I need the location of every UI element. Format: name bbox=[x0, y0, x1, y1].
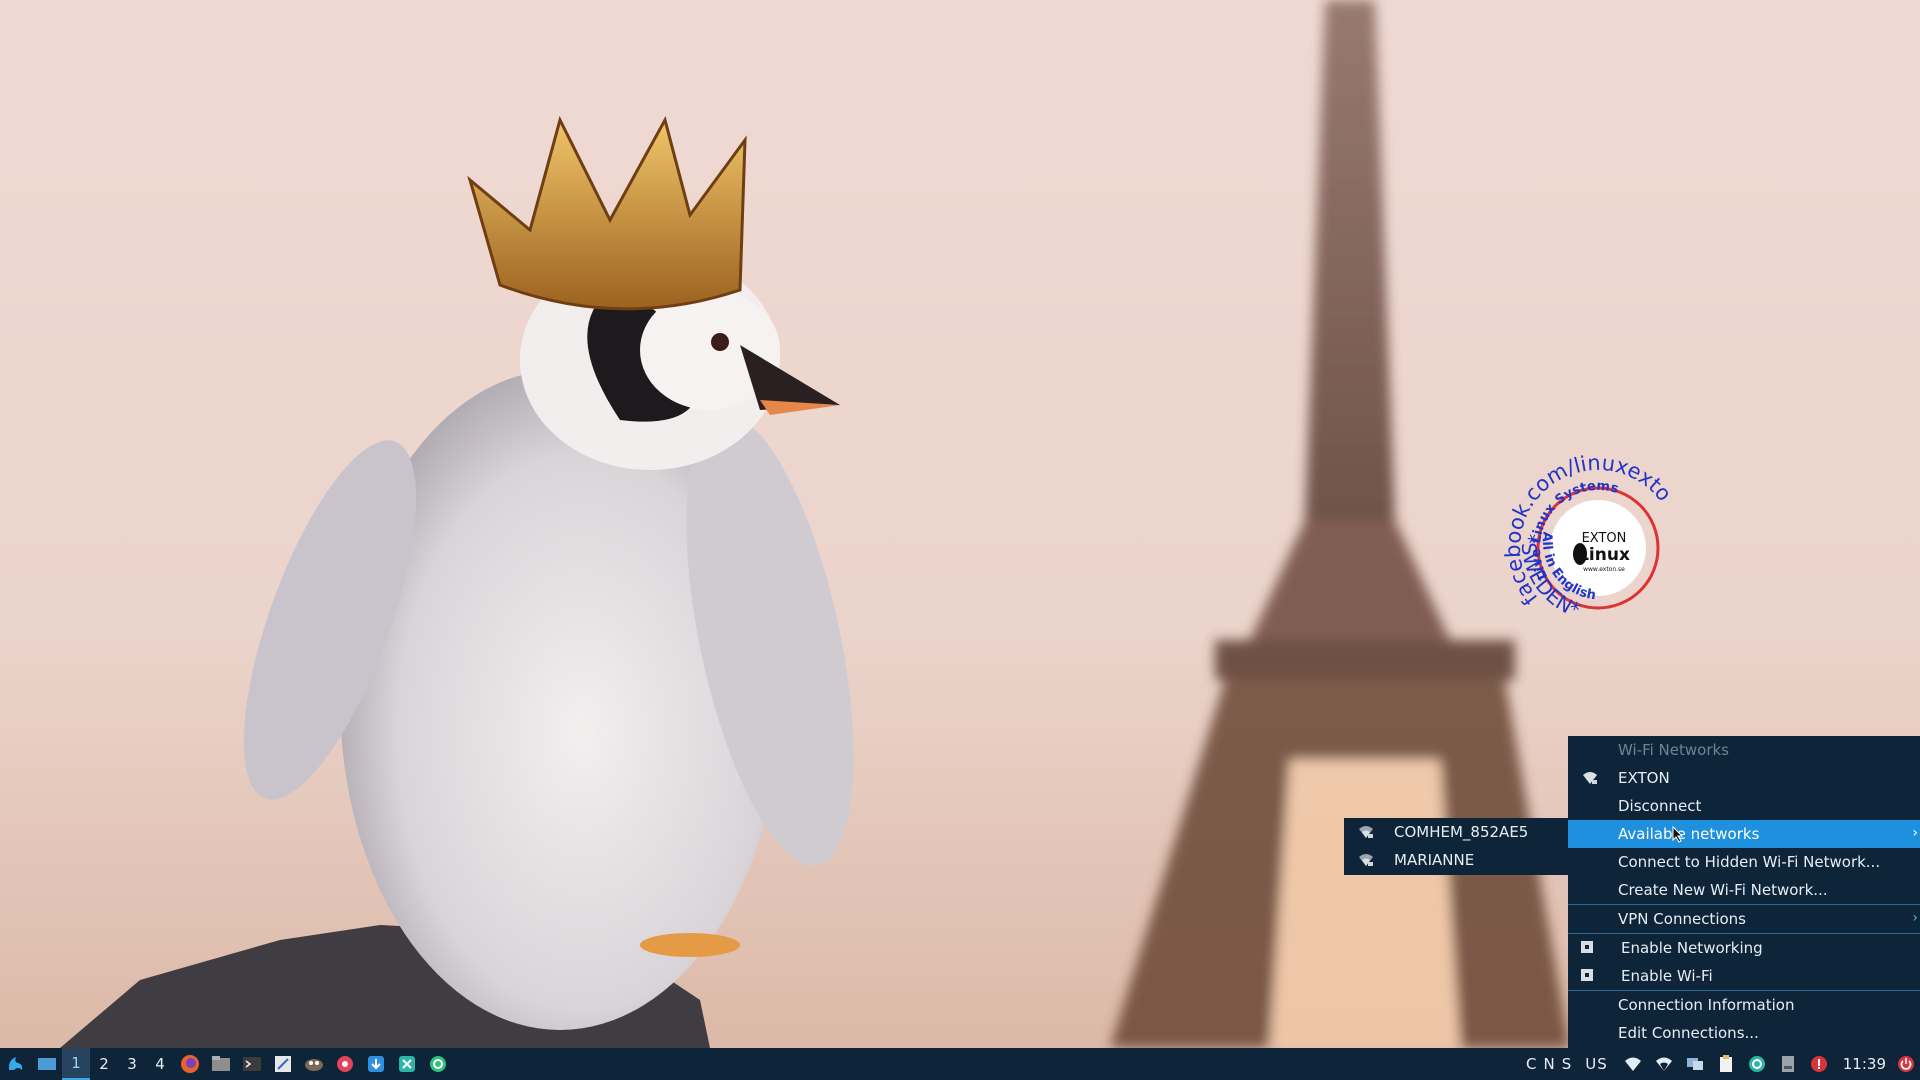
chevron-right-icon: › bbox=[1912, 910, 1918, 926]
disconnect-item[interactable]: Disconnect bbox=[1568, 792, 1920, 820]
checkbox-checked-icon bbox=[1581, 941, 1593, 953]
wifi-signal-icon bbox=[1358, 853, 1374, 871]
terminal-icon[interactable] bbox=[236, 1048, 267, 1080]
wifi-networks-header: Wi-Fi Networks bbox=[1618, 741, 1729, 759]
removable-drive-tray-icon[interactable] bbox=[1773, 1048, 1804, 1080]
gimp-icon[interactable] bbox=[298, 1048, 329, 1080]
caps-lock-indicator: C bbox=[1526, 1055, 1538, 1073]
connection-information-item[interactable]: Connection Information bbox=[1568, 991, 1920, 1019]
wifi-signal-icon bbox=[1358, 825, 1374, 843]
enable-wifi-label: Enable Wi-Fi bbox=[1621, 967, 1713, 985]
available-networks-label: Available networks bbox=[1618, 825, 1760, 843]
stamp-seal: facebook.com/linuxexton Live Linux Syste… bbox=[1443, 396, 1677, 622]
stamp-logo-url: www.exton.se bbox=[1583, 566, 1625, 573]
workspace-1[interactable]: 1 bbox=[62, 1048, 90, 1080]
start-menu-icon[interactable] bbox=[0, 1048, 31, 1080]
alert-tray-icon[interactable] bbox=[1804, 1048, 1835, 1080]
workspace-4[interactable]: 4 bbox=[146, 1048, 174, 1080]
wifi-tray-icon[interactable] bbox=[1618, 1048, 1649, 1080]
mouse-cursor-icon bbox=[1672, 825, 1684, 847]
update-tray-icon[interactable] bbox=[1742, 1048, 1773, 1080]
connect-hidden-wifi-item[interactable]: Connect to Hidden Wi-Fi Network... bbox=[1568, 848, 1920, 876]
vpn-connections-label: VPN Connections bbox=[1618, 910, 1746, 928]
create-new-wifi-item[interactable]: Create New Wi-Fi Network... bbox=[1568, 876, 1920, 904]
red-app-icon[interactable] bbox=[329, 1048, 360, 1080]
connected-network-exton[interactable]: EXTON bbox=[1568, 764, 1920, 792]
chevron-right-icon: › bbox=[1912, 825, 1918, 841]
network-name: COMHEM_852AE5 bbox=[1394, 823, 1529, 841]
green-sync-icon[interactable] bbox=[422, 1048, 453, 1080]
clock[interactable]: 11:39 bbox=[1843, 1055, 1886, 1073]
taskbar: 1 2 3 4 C N S US 11:39 bbox=[0, 1048, 1920, 1080]
available-networks-submenu: COMHEM_852AE5 MARIANNE bbox=[1344, 818, 1568, 875]
network-manager-tray-icon[interactable] bbox=[1649, 1048, 1680, 1080]
show-desktop-icon[interactable] bbox=[31, 1048, 62, 1080]
exton-linux-stamp: facebook.com/linuxexton Live Linux Syste… bbox=[1443, 396, 1696, 646]
power-icon[interactable] bbox=[1892, 1048, 1920, 1080]
tux-icon bbox=[1573, 543, 1587, 565]
keyboard-layout[interactable]: US bbox=[1585, 1055, 1608, 1073]
file-manager-icon[interactable] bbox=[205, 1048, 236, 1080]
blue-app-icon[interactable] bbox=[360, 1048, 391, 1080]
enable-networking-item[interactable]: Enable Networking bbox=[1568, 934, 1920, 962]
network-manager-menu: Wi-Fi Networks EXTON Disconnect Availabl… bbox=[1568, 736, 1920, 1048]
display-tray-icon[interactable] bbox=[1680, 1048, 1711, 1080]
workspace-3[interactable]: 3 bbox=[118, 1048, 146, 1080]
clipboard-tray-icon[interactable] bbox=[1711, 1048, 1742, 1080]
edit-connections-item[interactable]: Edit Connections... bbox=[1568, 1019, 1920, 1047]
workspace-2[interactable]: 2 bbox=[90, 1048, 118, 1080]
wifi-signal-icon bbox=[1582, 771, 1598, 789]
network-item-marianne[interactable]: MARIANNE bbox=[1344, 846, 1568, 874]
enable-networking-label: Enable Networking bbox=[1621, 939, 1763, 957]
settings-tool-icon[interactable] bbox=[391, 1048, 422, 1080]
stamp-logo-line1: EXTON bbox=[1582, 531, 1627, 546]
enable-wifi-item[interactable]: Enable Wi-Fi bbox=[1568, 962, 1920, 990]
network-name: EXTON bbox=[1618, 769, 1670, 787]
checkbox-checked-icon bbox=[1581, 969, 1593, 981]
num-lock-indicator: N bbox=[1543, 1055, 1556, 1073]
network-name: MARIANNE bbox=[1394, 851, 1475, 869]
available-networks-item[interactable]: Available networks › bbox=[1568, 820, 1920, 848]
scroll-lock-indicator: S bbox=[1561, 1055, 1573, 1073]
firefox-icon[interactable] bbox=[174, 1048, 205, 1080]
network-item-comhem[interactable]: COMHEM_852AE5 bbox=[1344, 818, 1568, 846]
vpn-connections-item[interactable]: VPN Connections › bbox=[1568, 905, 1920, 933]
text-editor-icon[interactable] bbox=[267, 1048, 298, 1080]
